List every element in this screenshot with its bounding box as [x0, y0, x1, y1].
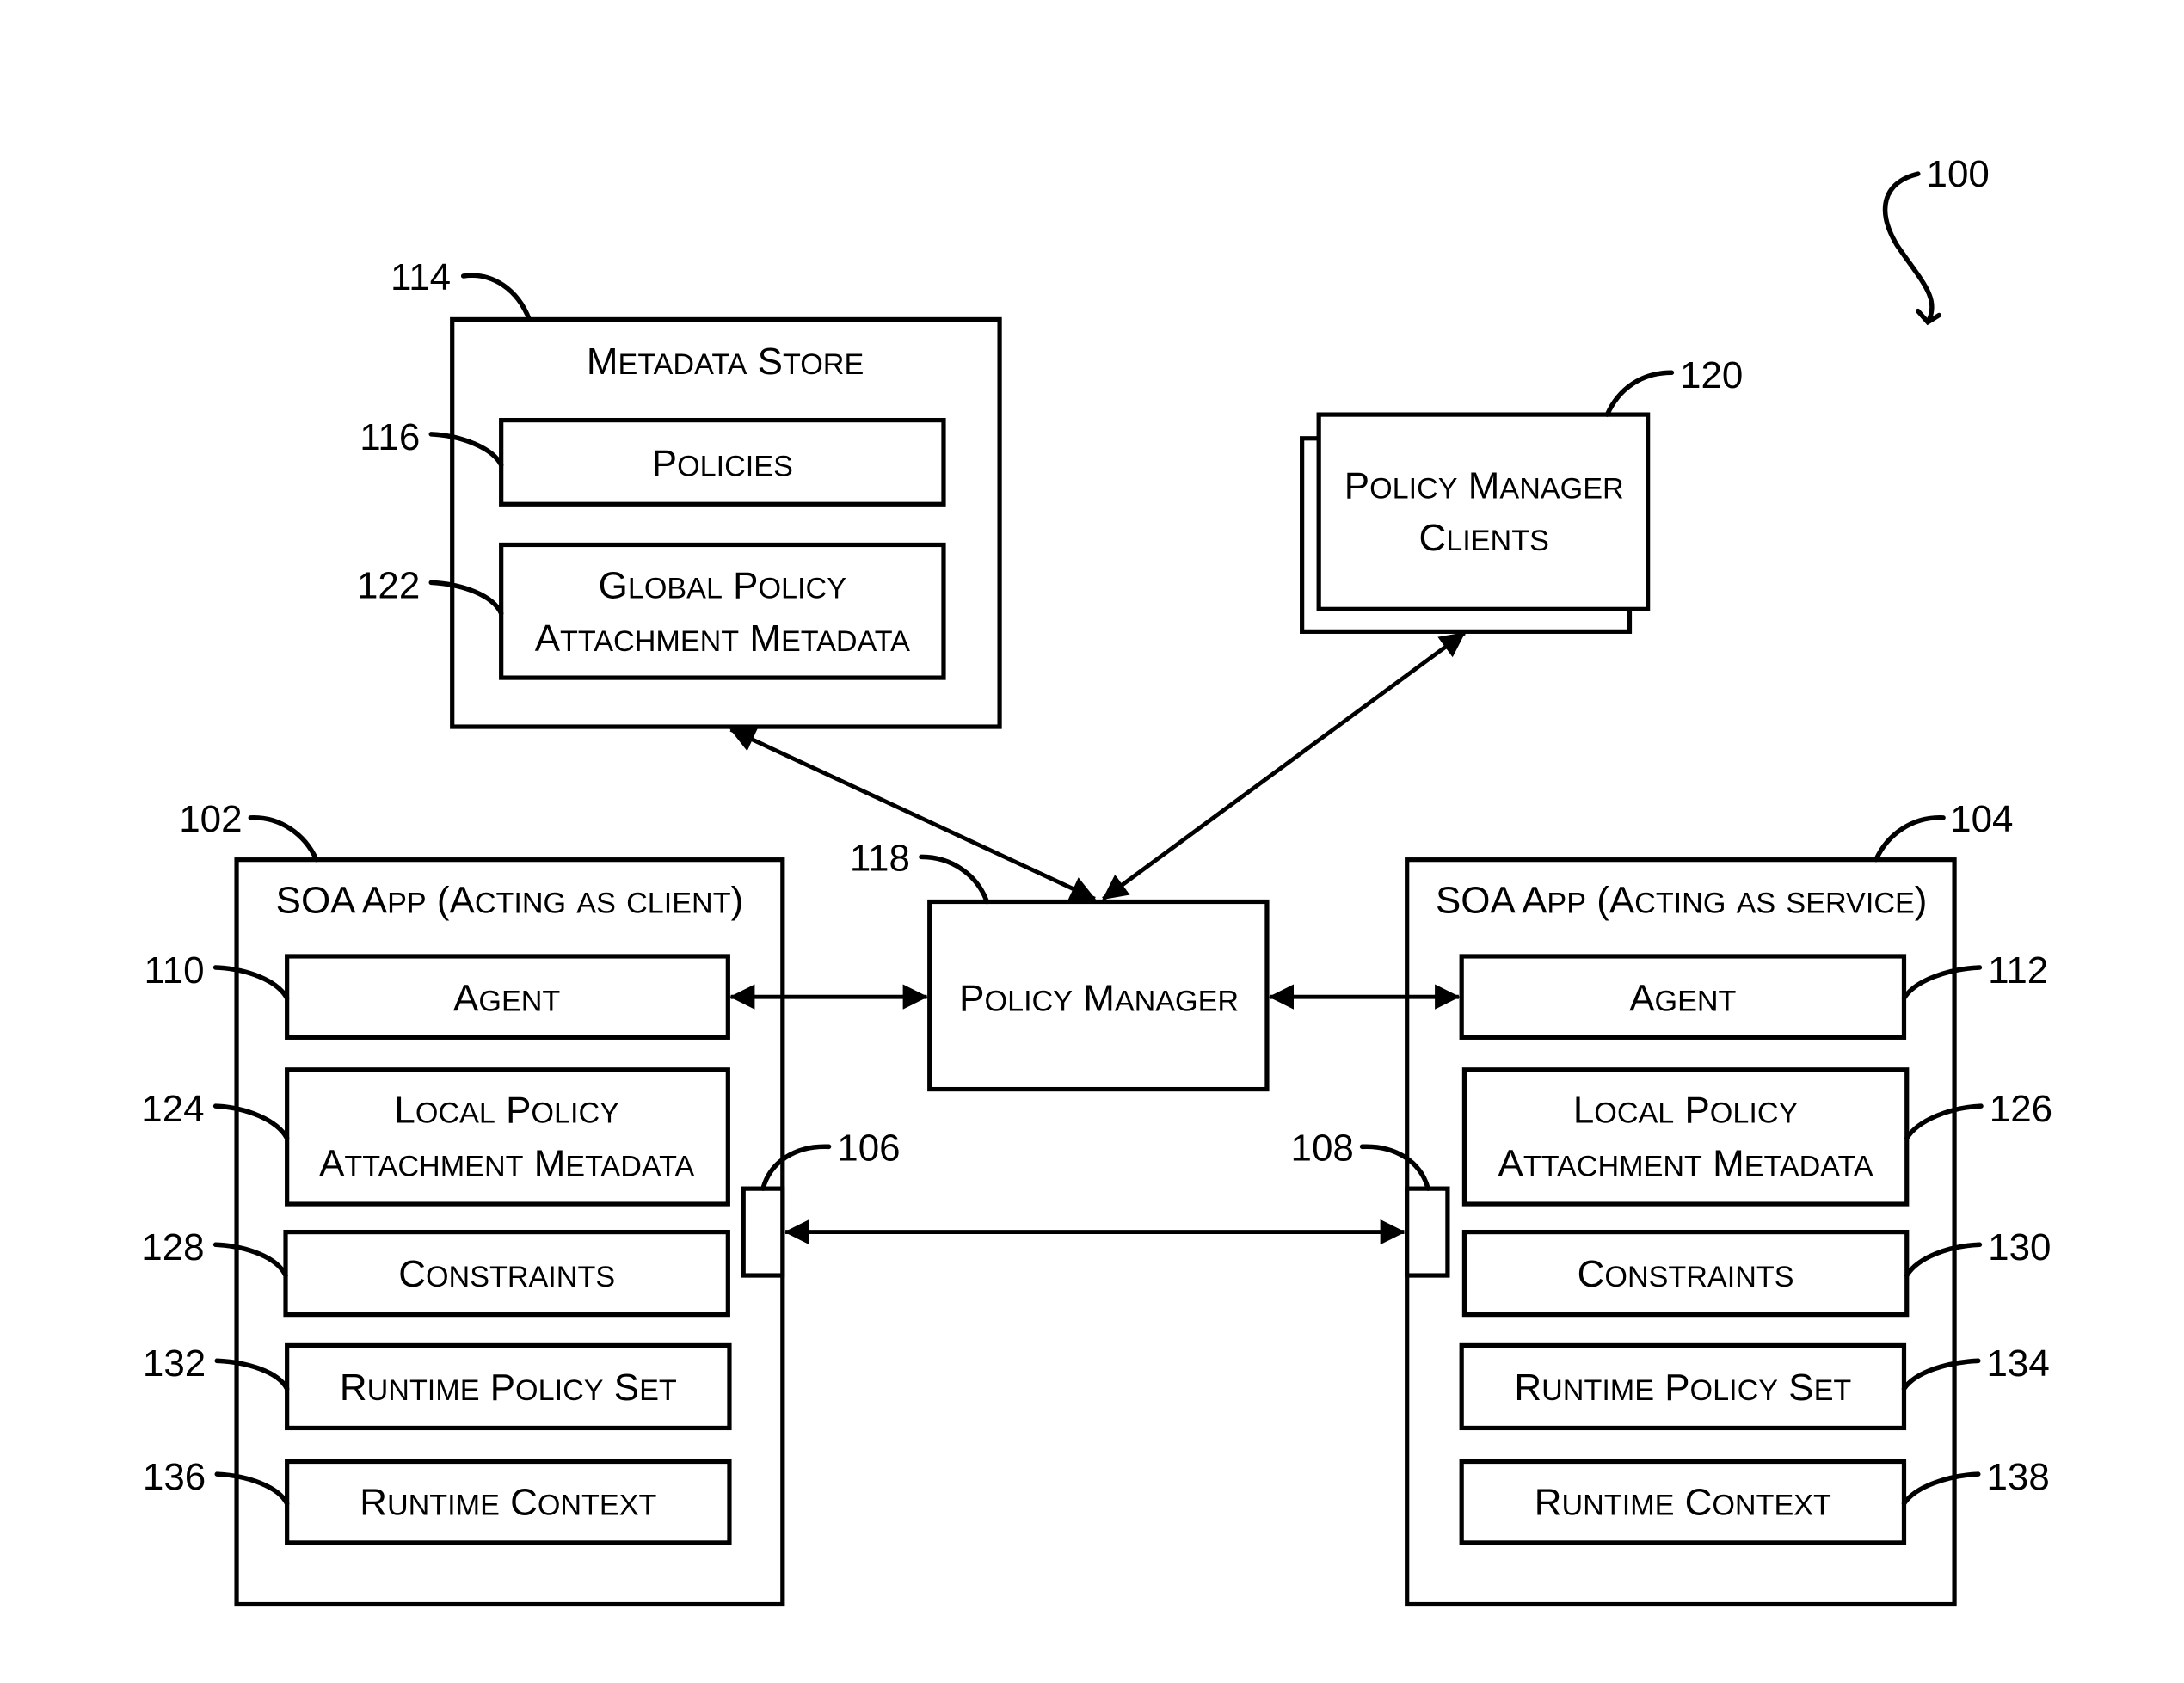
client-port-106[interactable] — [741, 1186, 785, 1278]
ref-108: 108 — [1291, 1127, 1354, 1170]
leader-line — [1873, 815, 1946, 863]
patent-figure: 100 METADATA STORE 114 POLICIES 116 GLOB… — [141, 153, 2053, 1607]
ref-118: 118 — [850, 838, 910, 880]
ref-label: 100 — [1927, 153, 1990, 195]
ref-126: 126 — [1990, 1088, 2052, 1130]
leader-line — [248, 815, 319, 863]
ref-130: 130 — [1988, 1226, 2051, 1268]
service-soa-app[interactable]: SOA APP (ACTING AS SERVICE) 104 AGENT 11… — [1291, 798, 2053, 1607]
ref-134: 134 — [1987, 1342, 2050, 1385]
ref-106: 106 — [837, 1127, 900, 1170]
squiggle-arrow-icon — [1883, 171, 1935, 322]
ref-120: 120 — [1680, 354, 1743, 396]
client-soa-app[interactable]: SOA APP (ACTING AS CLIENT) 102 AGENT 110… — [141, 798, 901, 1607]
ref-136: 136 — [143, 1456, 206, 1498]
ref-132: 132 — [143, 1342, 206, 1385]
leader-line — [1604, 370, 1675, 417]
arrow-metadata-store-to-policy-manager — [729, 728, 1097, 901]
service-port-108[interactable] — [1405, 1186, 1450, 1278]
ref-116: 116 — [360, 416, 420, 458]
ref-138: 138 — [1987, 1456, 2050, 1498]
leader-line — [919, 854, 990, 905]
metadata-store[interactable]: METADATA STORE 114 POLICIES 116 GLOBAL P… — [357, 256, 1002, 729]
policy-manager-clients-box[interactable] — [1316, 412, 1651, 611]
ref-114: 114 — [391, 256, 451, 298]
ref-104: 104 — [1950, 798, 2013, 840]
ref-112: 112 — [1988, 949, 2048, 992]
figure-ref-100: 100 — [1883, 153, 1990, 326]
policy-manager[interactable]: POLICY MANAGER 118 — [850, 838, 1270, 1092]
leader-line — [460, 273, 532, 322]
ref-128: 128 — [141, 1226, 204, 1268]
ref-124: 124 — [141, 1088, 204, 1130]
ref-102: 102 — [179, 798, 242, 840]
policy-manager-clients[interactable]: POLICY MANAGER CLIENTS 120 — [1300, 354, 1744, 634]
ref-122: 122 — [357, 564, 420, 606]
ref-110: 110 — [145, 949, 205, 992]
